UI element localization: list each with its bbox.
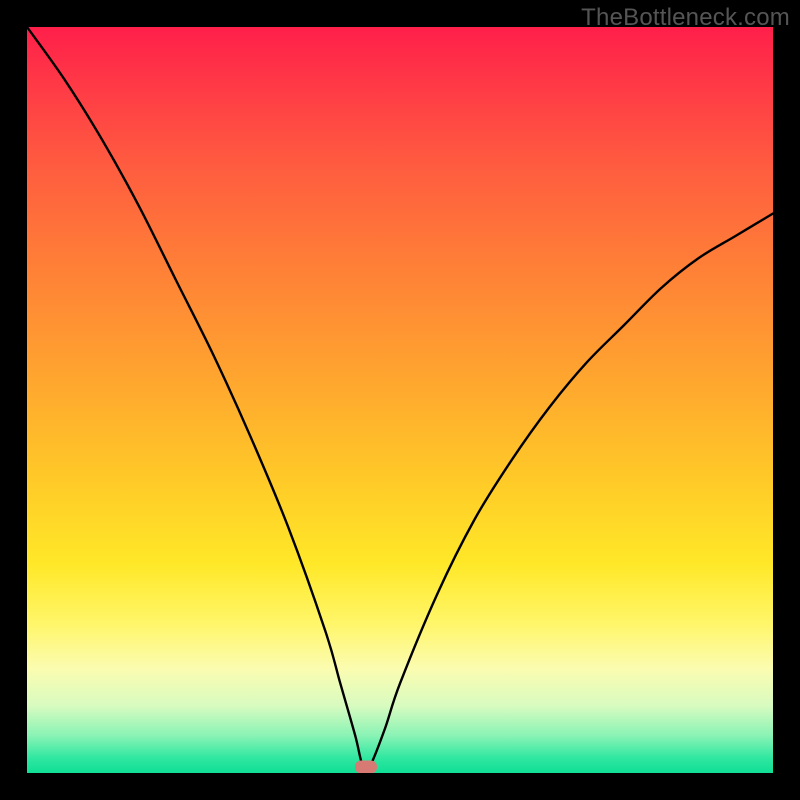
curve-layer (27, 27, 773, 773)
watermark-text: TheBottleneck.com (581, 4, 790, 32)
plot-area (27, 27, 773, 773)
optimum-marker (355, 761, 377, 773)
chart-frame: TheBottleneck.com (0, 0, 800, 800)
bottleneck-curve (27, 27, 773, 770)
